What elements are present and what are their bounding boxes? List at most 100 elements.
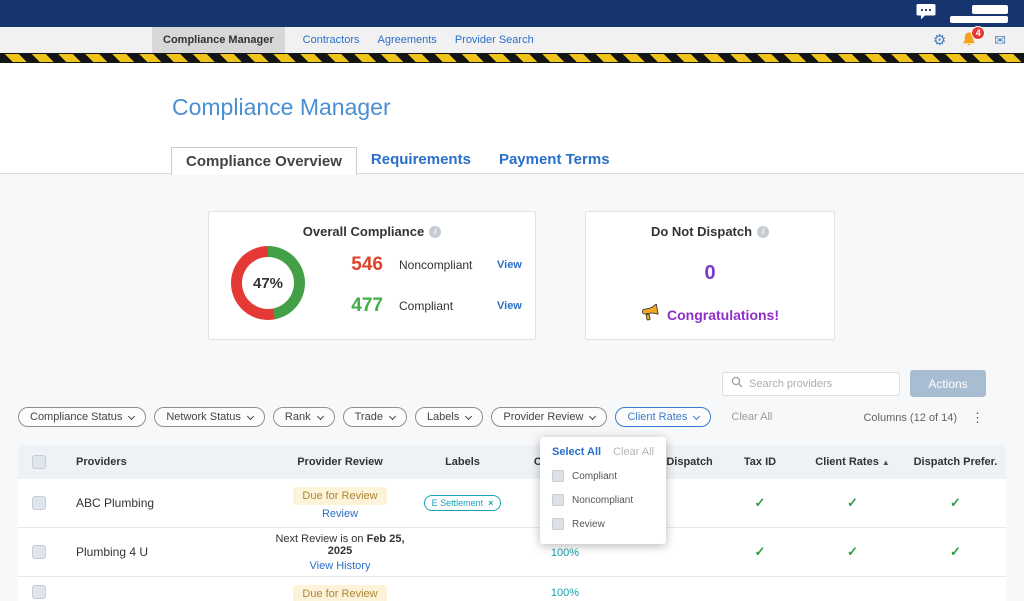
review-link[interactable]: Review <box>322 508 358 520</box>
nav-item-compliance-manager[interactable]: Compliance Manager <box>152 27 285 53</box>
table-header-row: Providers Provider Review Labels Complia… <box>18 445 1006 479</box>
columns-selector[interactable]: Columns (12 of 14) <box>863 412 957 424</box>
dropdown-select-all[interactable]: Select All <box>552 446 601 458</box>
megaphone-icon <box>641 304 660 325</box>
provider-name[interactable]: ABC Plumbing <box>60 496 265 510</box>
check-icon: ✓ <box>847 544 858 559</box>
do-not-dispatch-card: Do Not Dispatch i 0 Congratulations! <box>585 211 835 340</box>
dropdown-clear-all[interactable]: Clear All <box>613 446 654 458</box>
tab-requirements[interactable]: Requirements <box>357 146 485 175</box>
select-all-checkbox[interactable] <box>32 455 46 469</box>
table-row: ABC Plumbing Due for Review Review E Set… <box>18 479 1006 528</box>
info-icon[interactable]: i <box>429 226 441 238</box>
app: Compliance Manager Contractors Agreement… <box>0 0 1024 601</box>
dropdown-option-compliant[interactable]: Compliant <box>540 464 666 488</box>
logo <box>950 5 1008 23</box>
page-tabs: Compliance Overview Requirements Payment… <box>171 146 624 175</box>
checkbox-icon[interactable] <box>552 494 564 506</box>
client-rates-dropdown: Select All Clear All Compliant Noncompli… <box>540 437 666 544</box>
compliance-percent: 100% <box>551 547 579 559</box>
info-icon[interactable]: i <box>757 226 769 238</box>
check-icon: ✓ <box>950 544 961 559</box>
nav-item-provider-search[interactable]: Provider Search <box>455 34 534 46</box>
filter-compliance-status[interactable]: Compliance Status <box>18 407 146 427</box>
provider-search-box <box>722 372 900 396</box>
main-nav: Compliance Manager Contractors Agreement… <box>0 27 1024 53</box>
col-labels[interactable]: Labels <box>415 456 510 468</box>
chevron-down-icon <box>589 412 596 419</box>
dropdown-option-review[interactable]: Review <box>540 512 666 536</box>
row-checkbox[interactable] <box>32 496 46 510</box>
check-icon: ✓ <box>950 495 961 510</box>
noncompliant-count: 546 <box>335 254 383 276</box>
view-noncompliant-link[interactable]: View <box>497 259 522 271</box>
col-tax-id[interactable]: Tax ID <box>720 456 800 468</box>
review-status-badge: Due for Review <box>293 487 386 505</box>
row-checkbox[interactable] <box>32 545 46 559</box>
page-title: Compliance Manager <box>172 94 391 121</box>
search-input[interactable] <box>749 378 891 390</box>
col-client-rates[interactable]: Client Rates▲ <box>800 456 905 468</box>
topbar <box>0 0 1024 27</box>
view-history-link[interactable]: View History <box>310 560 371 572</box>
remove-label-icon[interactable]: × <box>488 498 493 508</box>
actions-button[interactable]: Actions <box>910 370 986 397</box>
label-chip[interactable]: E Settlement × <box>424 495 502 511</box>
envelope-icon[interactable]: ✉ <box>994 33 1006 47</box>
checkbox-icon[interactable] <box>552 518 564 530</box>
do-not-dispatch-title: Do Not Dispatch <box>651 224 752 239</box>
view-compliant-link[interactable]: View <box>497 300 522 312</box>
dropdown-option-noncompliant[interactable]: Noncompliant <box>540 488 666 512</box>
nav-item-contractors[interactable]: Contractors <box>303 34 360 46</box>
check-icon: ✓ <box>755 495 766 510</box>
gear-icon[interactable]: ⚙ <box>933 33 946 48</box>
overall-compliance-title: Overall Compliance <box>303 224 424 239</box>
compliance-percent: 100% <box>551 587 579 599</box>
filter-provider-review[interactable]: Provider Review <box>491 407 607 427</box>
compliance-percent: 47% <box>231 246 305 320</box>
notifications-bell[interactable]: 4 <box>961 31 979 49</box>
do-not-dispatch-count: 0 <box>586 262 834 285</box>
nav-item-agreements[interactable]: Agreements <box>378 34 437 46</box>
notification-badge: 4 <box>971 26 985 40</box>
compliant-label: Compliant <box>399 299 491 313</box>
chevron-down-icon <box>317 412 324 419</box>
chevron-down-icon <box>389 412 396 419</box>
filter-rank[interactable]: Rank <box>273 407 335 427</box>
providers-table: Providers Provider Review Labels Complia… <box>18 445 1006 601</box>
check-icon: ✓ <box>847 495 858 510</box>
compliant-count: 477 <box>335 295 383 317</box>
filter-client-rates[interactable]: Client Rates <box>615 407 711 427</box>
table-row: Plumbing 4 U Next Review is on Feb 25, 2… <box>18 528 1006 577</box>
filter-labels[interactable]: Labels <box>415 407 483 427</box>
search-icon <box>731 375 743 393</box>
check-icon: ✓ <box>755 544 766 559</box>
checkbox-icon[interactable] <box>552 470 564 482</box>
chevron-down-icon <box>128 412 135 419</box>
tab-payment-terms[interactable]: Payment Terms <box>485 146 624 175</box>
row-checkbox[interactable] <box>32 585 46 599</box>
chevron-down-icon <box>465 412 472 419</box>
clear-all-filters[interactable]: Clear All <box>731 411 772 423</box>
noncompliant-label: Noncompliant <box>399 258 491 272</box>
chat-icon[interactable] <box>916 3 936 25</box>
col-provider-review[interactable]: Provider Review <box>265 456 415 468</box>
col-providers[interactable]: Providers <box>60 456 265 468</box>
filter-bar: Compliance Status Network Status Rank Tr… <box>18 407 772 427</box>
chevron-down-icon <box>247 412 254 419</box>
filter-network-status[interactable]: Network Status <box>154 407 265 427</box>
caution-stripe <box>0 53 1024 63</box>
next-review-text: Next Review is on Feb 25, 2025 <box>265 533 415 557</box>
provider-name[interactable]: Plumbing 4 U <box>60 545 265 559</box>
table-row: Due for Review 100% <box>18 577 1006 601</box>
filter-trade[interactable]: Trade <box>343 407 407 427</box>
kebab-menu-icon[interactable]: ⋮ <box>971 410 984 426</box>
col-dispatch-preferences[interactable]: Dispatch Prefer. <box>905 456 1006 468</box>
review-status-badge: Due for Review <box>293 585 386 601</box>
tab-compliance-overview[interactable]: Compliance Overview <box>171 147 357 175</box>
sort-asc-icon: ▲ <box>882 458 890 467</box>
congratulations-text: Congratulations! <box>667 307 779 323</box>
overall-compliance-card: Overall Compliance i 47% 546 Noncomplian… <box>208 211 536 340</box>
compliance-donut-chart: 47% <box>231 246 305 320</box>
chevron-down-icon <box>693 412 700 419</box>
